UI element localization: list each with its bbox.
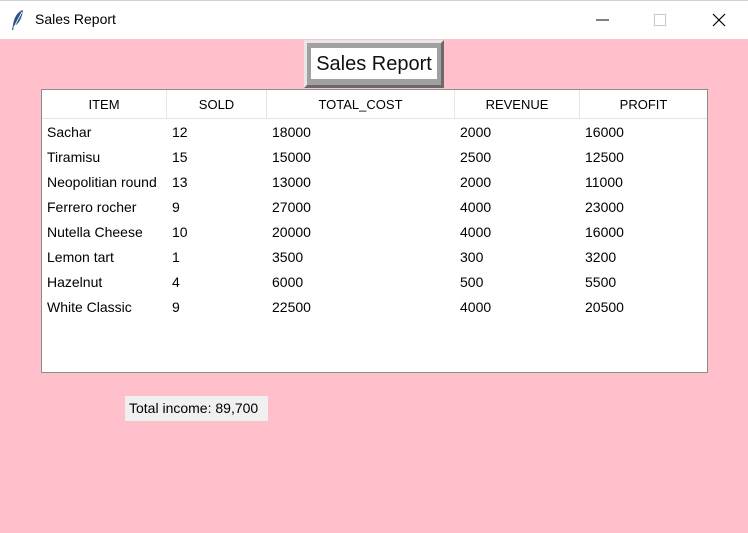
cell-revenue: 4000 — [460, 299, 492, 315]
table-row[interactable]: Tiramisu 15 15000 2500 12500 — [42, 145, 707, 170]
table-row[interactable]: Ferrero rocher 9 27000 4000 23000 — [42, 195, 707, 220]
cell-item: Sachar — [47, 124, 92, 140]
cell-sold: 13 — [172, 174, 188, 190]
cell-profit: 23000 — [585, 199, 624, 215]
minimize-button[interactable] — [580, 1, 626, 39]
cell-sold: 9 — [172, 199, 180, 215]
cell-revenue: 2500 — [460, 149, 492, 165]
cell-item: Neopolitian round — [47, 174, 157, 190]
cell-total-cost: 27000 — [272, 199, 311, 215]
cell-item: Tiramisu — [47, 149, 101, 165]
cell-total-cost: 18000 — [272, 124, 311, 140]
close-button[interactable] — [696, 1, 742, 39]
cell-revenue: 2000 — [460, 124, 492, 140]
cell-sold: 15 — [172, 149, 188, 165]
cell-sold: 1 — [172, 249, 180, 265]
table-header-row: ITEM SOLD TOTAL_COST REVENUE PROFIT — [42, 90, 707, 119]
cell-total-cost: 20000 — [272, 224, 311, 240]
table-row[interactable]: White Classic 9 22500 4000 20500 — [42, 295, 707, 320]
cell-item: White Classic — [47, 299, 132, 315]
cell-profit: 16000 — [585, 124, 624, 140]
cell-item: Ferrero rocher — [47, 199, 137, 215]
cell-total-cost: 13000 — [272, 174, 311, 190]
minimize-icon — [596, 19, 609, 21]
cell-revenue: 2000 — [460, 174, 492, 190]
cell-revenue: 4000 — [460, 199, 492, 215]
cell-total-cost: 22500 — [272, 299, 311, 315]
cell-revenue: 500 — [460, 274, 484, 290]
cell-item: Nutella Cheese — [47, 224, 143, 240]
report-heading-frame: Sales Report — [304, 40, 444, 88]
cell-sold: 12 — [172, 124, 188, 140]
cell-item: Hazelnut — [47, 274, 103, 290]
maximize-icon — [654, 14, 666, 26]
column-header-profit[interactable]: PROFIT — [580, 90, 707, 119]
window-title: Sales Report — [35, 11, 116, 27]
total-income-label: Total income: 89,700 — [125, 396, 268, 421]
cell-profit: 16000 — [585, 224, 624, 240]
cell-sold: 10 — [172, 224, 188, 240]
cell-total-cost: 6000 — [272, 274, 304, 290]
title-bar[interactable]: Sales Report — [0, 0, 748, 39]
maximize-button[interactable] — [637, 1, 683, 39]
cell-sold: 9 — [172, 299, 180, 315]
cell-revenue: 4000 — [460, 224, 492, 240]
cell-profit: 12500 — [585, 149, 624, 165]
cell-revenue: 300 — [460, 249, 484, 265]
table-row[interactable]: Nutella Cheese 10 20000 4000 16000 — [42, 220, 707, 245]
cell-sold: 4 — [172, 274, 180, 290]
feather-icon — [12, 10, 23, 30]
table-row[interactable]: Lemon tart 1 3500 300 3200 — [42, 245, 707, 270]
column-header-total-cost[interactable]: TOTAL_COST — [267, 90, 455, 119]
column-header-item[interactable]: ITEM — [42, 90, 167, 119]
table-row[interactable]: Hazelnut 4 6000 500 5500 — [42, 270, 707, 295]
table-row[interactable]: Sachar 12 18000 2000 16000 — [42, 120, 707, 145]
cell-profit: 5500 — [585, 274, 617, 290]
sales-table[interactable]: ITEM SOLD TOTAL_COST REVENUE PROFIT Sach… — [41, 89, 708, 373]
cell-total-cost: 15000 — [272, 149, 311, 165]
cell-profit: 3200 — [585, 249, 617, 265]
report-heading: Sales Report — [311, 48, 437, 79]
cell-profit: 20500 — [585, 299, 624, 315]
column-header-revenue[interactable]: REVENUE — [455, 90, 580, 119]
table-row[interactable]: Neopolitian round 13 13000 2000 11000 — [42, 170, 707, 195]
cell-item: Lemon tart — [47, 249, 114, 265]
column-header-sold[interactable]: SOLD — [167, 90, 267, 119]
cell-total-cost: 3500 — [272, 249, 304, 265]
close-icon — [712, 13, 726, 27]
cell-profit: 11000 — [585, 174, 623, 190]
